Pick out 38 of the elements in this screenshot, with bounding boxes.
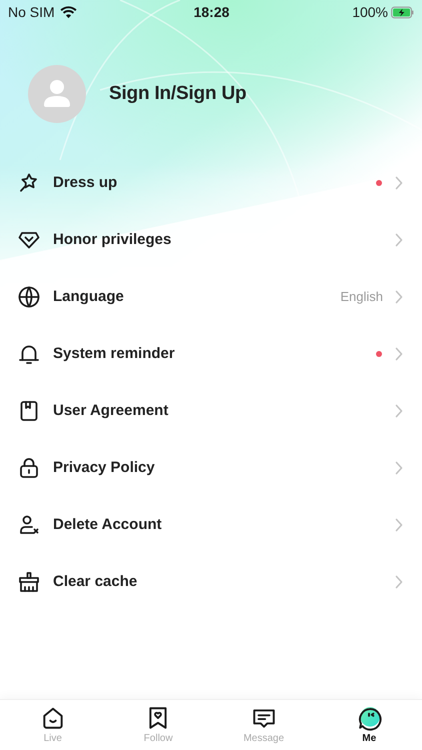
sign-in-link[interactable]: Sign In/Sign Up (109, 83, 246, 105)
avatar[interactable] (28, 65, 86, 123)
user-remove-icon (17, 512, 41, 536)
chevron-icon (395, 574, 403, 588)
battery-percent: 100% (352, 4, 388, 20)
clock-time: 18:28 (194, 4, 230, 20)
row-label: User Agreement (53, 402, 168, 419)
row-label: Delete Account (53, 516, 162, 533)
chevron-icon (395, 404, 403, 418)
settings-row[interactable]: Delete Account (0, 496, 422, 553)
chevron-icon (395, 518, 403, 532)
chevron-icon (395, 176, 403, 190)
chevron-icon (395, 232, 403, 246)
carrier-label: No SIM (8, 4, 55, 20)
row-value: English (340, 289, 383, 304)
settings-row[interactable]: Clear cache (0, 553, 422, 610)
settings-row[interactable]: Honor privileges (0, 211, 422, 268)
row-label: Privacy Policy (53, 459, 155, 476)
row-label: Honor privileges (53, 231, 172, 248)
settings-row[interactable]: Dress up (0, 154, 422, 211)
settings-row[interactable]: Privacy Policy (0, 439, 422, 496)
row-label: Language (53, 288, 124, 305)
settings-row[interactable]: System reminder (0, 325, 422, 382)
chevron-icon (395, 290, 403, 304)
row-label: Dress up (53, 174, 118, 191)
battery-icon (391, 6, 415, 18)
chevron-icon (395, 346, 403, 360)
row-label: Clear cache (53, 573, 138, 590)
tab-item[interactable]: Me (316, 700, 422, 750)
broom-icon (17, 570, 41, 594)
settings-row[interactable]: Language English (0, 268, 422, 325)
chat-bubble-face-icon (356, 705, 382, 731)
lock-icon (17, 456, 41, 480)
settings-row[interactable]: User Agreement (0, 382, 422, 439)
row-label: System reminder (53, 345, 175, 362)
wifi-icon (60, 6, 77, 18)
globe-icon (17, 284, 41, 308)
chevron-icon (395, 460, 403, 474)
